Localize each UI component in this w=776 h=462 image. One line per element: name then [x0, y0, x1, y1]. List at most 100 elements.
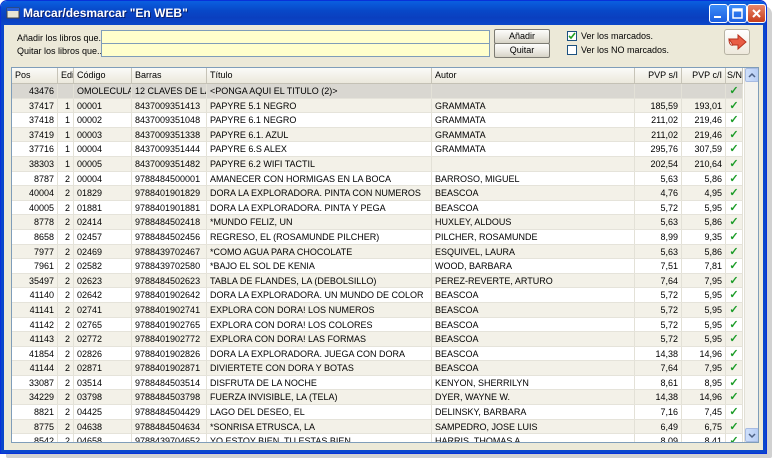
- remove-books-input[interactable]: [101, 43, 490, 57]
- minimize-button[interactable]: [709, 4, 728, 23]
- cell-pos: 43476: [12, 84, 58, 98]
- cell-titulo: LAGO DEL DESEO, EL: [207, 405, 432, 420]
- col-header-titulo[interactable]: Título: [207, 68, 432, 83]
- table-row[interactable]: 33087 2 03514 9788484503514 DISFRUTA DE LA N…: [12, 375, 743, 391]
- cell-codigo: 00004: [74, 171, 132, 186]
- cell-pvp-ci: 210,64: [682, 156, 726, 171]
- scroll-up-button[interactable]: [745, 68, 758, 82]
- cell-titulo: PAPYRE 6.S ALEX: [207, 142, 432, 157]
- title-bar[interactable]: Marcar/desmarcar "En WEB": [1, 1, 766, 25]
- table-row[interactable]: 7961 2 02582 9788439702580 *BAJO EL SOL DE K…: [12, 259, 743, 274]
- table-row[interactable]: 8821 2 04425 9788484504429 LAGO DEL DESEO, E…: [12, 405, 743, 420]
- cell-pvp-ci: 8,41: [682, 434, 726, 442]
- cell-sn: ✓: [726, 186, 743, 201]
- cell-pvp-ci: 5,86: [682, 215, 726, 230]
- window-frame-right: [763, 25, 766, 453]
- cell-autor: KENYON, SHERRILYN: [432, 375, 635, 390]
- cell-autor: HARRIS, THOMAS A.: [432, 434, 635, 442]
- cell-autor: BARROSO, MIGUEL: [432, 171, 635, 186]
- cell-autor: SAMPEDRO, JOSE LUIS: [432, 419, 635, 434]
- close-button[interactable]: [747, 4, 766, 23]
- cell-edi: 1: [58, 142, 74, 157]
- add-button[interactable]: Añadir: [494, 29, 550, 44]
- col-header-autor[interactable]: Autor: [432, 68, 635, 83]
- table-row[interactable]: 8787 2 00004 9788484500001 AMANECER CON HORM…: [12, 171, 743, 187]
- cell-codigo: 03514: [74, 375, 132, 390]
- table-row[interactable]: 7977 2 02469 9788439702467 *COMO AGUA PARA C…: [12, 244, 743, 260]
- table-row[interactable]: 8542 2 04658 9788439704652 YO ESTOY BIEN, TU…: [12, 434, 743, 442]
- cell-pvp-ci: 219,46: [682, 113, 726, 128]
- cell-pvp-si: 295,76: [635, 142, 682, 157]
- cell-pvp-ci: 5,86: [682, 171, 726, 186]
- col-header-pvp-si[interactable]: PVP s/I: [635, 68, 682, 83]
- col-header-edi[interactable]: Edi.: [58, 68, 74, 83]
- cell-pvp-ci: 5,86: [682, 244, 726, 259]
- table-row[interactable]: 40004 2 01829 9788401901829 DORA LA EXPLORAD…: [12, 186, 743, 201]
- window-frame-bottom: [1, 450, 766, 453]
- col-header-sn[interactable]: S/N: [726, 68, 743, 83]
- show-unmarked-checkbox[interactable]: [567, 45, 577, 55]
- books-table[interactable]: Pos Edi. Código Barras Título Autor PVP …: [11, 67, 759, 443]
- table-row[interactable]: 41141 2 02741 9788401902741 EXPLORA CON DORA…: [12, 302, 743, 318]
- table-row[interactable]: 8778 2 02414 9788484502418 *MUNDO FELIZ, UN H…: [12, 215, 743, 230]
- show-marked-checkbox[interactable]: [567, 31, 577, 41]
- table-row[interactable]: 40005 2 01881 9788401901881 DORA LA EXPLORAD…: [12, 200, 743, 216]
- cell-pvp-si: 7,51: [635, 259, 682, 274]
- show-unmarked-label: Ver los NO marcados.: [581, 45, 670, 55]
- scroll-down-button[interactable]: [745, 428, 758, 442]
- table-header: Pos Edi. Código Barras Título Autor PVP …: [12, 68, 743, 84]
- table-row[interactable]: 34229 2 03798 9788484503798 FUERZA INVISIBLE…: [12, 390, 743, 406]
- cell-sn: ✓: [726, 361, 743, 376]
- cell-codigo: 00004: [74, 142, 132, 157]
- cell-pos: 41854: [12, 346, 58, 361]
- cell-pos: 8775: [12, 419, 58, 434]
- cell-pvp-si: 202,54: [635, 156, 682, 171]
- cell-sn: ✓: [726, 142, 743, 157]
- show-marked-label: Ver los marcados.: [581, 31, 654, 41]
- col-header-pos[interactable]: Pos: [12, 68, 58, 83]
- table-row[interactable]: 8658 2 02457 9788484502456 REGRESO, EL (ROSA…: [12, 229, 743, 245]
- cell-sn: ✓: [726, 317, 743, 332]
- cell-pos: 34229: [12, 390, 58, 405]
- table-row[interactable]: 8775 2 04638 9788484504634 *SONRISA ETRUSCA,…: [12, 419, 743, 435]
- cell-edi: 2: [58, 419, 74, 434]
- cell-barras: 8437009351338: [132, 127, 207, 142]
- add-books-input[interactable]: [101, 30, 490, 44]
- cell-sn: ✓: [726, 113, 743, 128]
- cell-codigo: 00005: [74, 156, 132, 171]
- cell-pvp-si: 7,64: [635, 273, 682, 288]
- table-row[interactable]: 43476 OMOLECULA 12 CLAVES DE LA <PONGA AQUI…: [12, 84, 743, 99]
- cell-sn: ✓: [726, 215, 743, 230]
- table-row[interactable]: 41140 2 02642 9788401902642 DORA LA EXPLORAD…: [12, 288, 743, 303]
- table-row[interactable]: 37419 1 00003 8437009351338 PAPYRE 6.1. AZUL…: [12, 127, 743, 143]
- table-row[interactable]: 37417 1 00001 8437009351413 PAPYRE 5.1 NEGRO…: [12, 98, 743, 114]
- table-row[interactable]: 35497 2 02623 9788484502623 TABLA DE FLANDES…: [12, 273, 743, 289]
- cell-pos: 41140: [12, 288, 58, 303]
- cell-pvp-si: 7,16: [635, 405, 682, 420]
- cell-barras: 9788401901881: [132, 200, 207, 215]
- exit-button[interactable]: [724, 29, 750, 55]
- cell-autor: GRAMMATA: [432, 98, 635, 113]
- cell-autor: BEASCOA: [432, 288, 635, 303]
- cell-barras: 9788401901829: [132, 186, 207, 201]
- cell-pos: 37419: [12, 127, 58, 142]
- table-row[interactable]: 37418 1 00002 8437009351048 PAPYRE 6.1 NEGRO…: [12, 113, 743, 128]
- table-body: 43476 OMOLECULA 12 CLAVES DE LA <PONGA AQUI…: [12, 84, 743, 442]
- table-row[interactable]: 37716 1 00004 8437009351444 PAPYRE 6.S ALEX G…: [12, 142, 743, 157]
- col-header-codigo[interactable]: Código: [74, 68, 132, 83]
- cell-titulo: DORA LA EXPLORADORA. PINTA Y PEGA: [207, 200, 432, 215]
- table-row[interactable]: 41144 2 02871 9788401902871 DIVIERTETE CON D…: [12, 361, 743, 376]
- maximize-button[interactable]: [728, 4, 747, 23]
- cell-pos: 7977: [12, 244, 58, 259]
- main-window: Marcar/desmarcar "En WEB" Añadir los lib…: [0, 0, 767, 454]
- table-row[interactable]: 41142 2 02765 9788401902765 EXPLORA CON DORA…: [12, 317, 743, 333]
- col-header-barras[interactable]: Barras: [132, 68, 207, 83]
- remove-button[interactable]: Quitar: [494, 43, 550, 58]
- table-row[interactable]: 41854 2 02826 9788401902826 DORA LA EXPLORAD…: [12, 346, 743, 362]
- cell-titulo: REGRESO, EL (ROSAMUNDE PILCHER): [207, 229, 432, 244]
- vertical-scrollbar[interactable]: [744, 68, 758, 442]
- col-header-pvp-ci[interactable]: PVP c/I: [682, 68, 726, 83]
- cell-codigo: 00001: [74, 98, 132, 113]
- table-row[interactable]: 38303 1 00005 8437009351482 PAPYRE 6.2 WIFI …: [12, 156, 743, 172]
- table-row[interactable]: 41143 2 02772 9788401902772 EXPLORA CON DORA…: [12, 332, 743, 347]
